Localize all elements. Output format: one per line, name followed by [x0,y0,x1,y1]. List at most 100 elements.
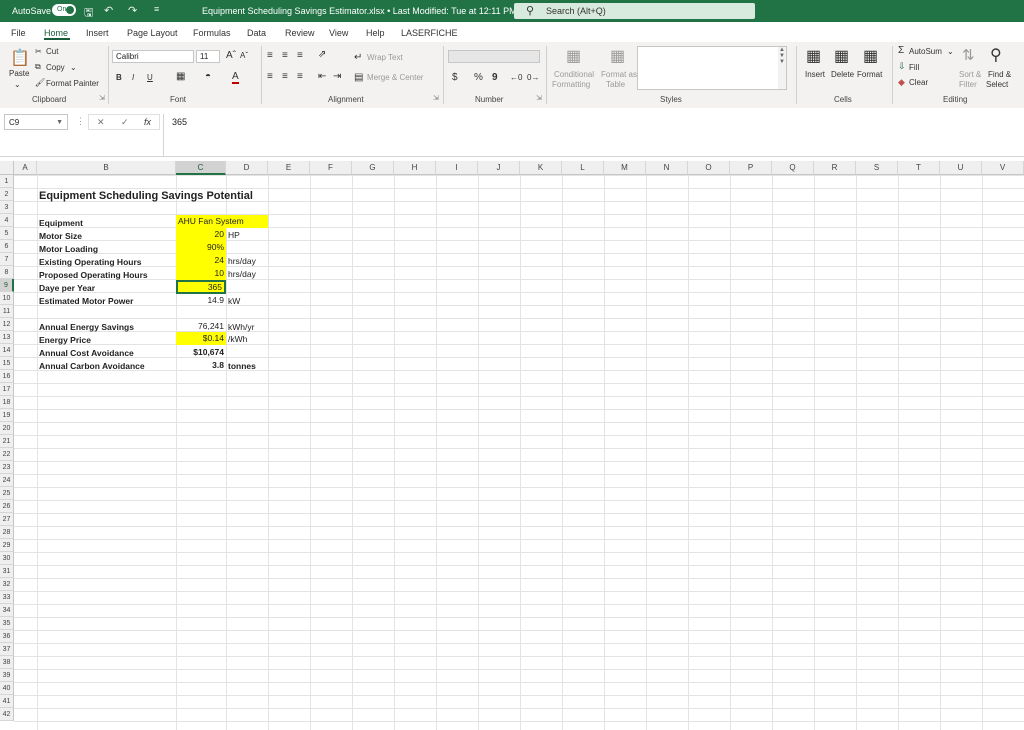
column-header-a[interactable]: A [14,161,37,175]
decrease-font-icon[interactable]: Aˇ [240,51,248,60]
styles-gallery-scroll[interactable]: ▲ ▼ ▼ [778,46,787,90]
column-header-l[interactable]: L [562,161,604,175]
tab-help[interactable]: Help [366,28,385,38]
row-header[interactable]: 41 [0,695,14,708]
increase-font-icon[interactable]: Aˆ [226,50,236,61]
row-header[interactable]: 13 [0,331,14,344]
italic-button[interactable]: I [132,73,134,82]
format-cells-button[interactable]: Format [857,70,882,79]
sort-filter-icon[interactable]: ⇅ [962,46,975,64]
row-header[interactable]: 38 [0,656,14,669]
input-label[interactable]: Estimated Motor Power [39,295,133,307]
row-header[interactable]: 9 [0,279,14,292]
sort-filter-label-1[interactable]: Sort & [959,70,981,79]
row-header[interactable]: 39 [0,669,14,682]
insert-cells-button[interactable]: Insert [805,70,825,79]
column-header-v[interactable]: V [982,161,1024,175]
wrap-text-button[interactable]: Wrap Text [367,53,403,62]
row-header[interactable]: 11 [0,305,14,318]
row-header[interactable]: 27 [0,513,14,526]
fill-button[interactable]: Fill [909,63,919,72]
merge-center-icon[interactable]: ▤ [354,72,363,83]
top-align-icon[interactable]: ≡ [267,50,273,61]
fill-icon[interactable]: ⇩ [898,61,906,72]
row-header[interactable]: 30 [0,552,14,565]
copy-icon[interactable]: ⧉ [35,62,41,72]
delete-cells-button[interactable]: Delete [831,70,854,79]
paste-button[interactable]: Paste [9,69,29,78]
increase-decimal-icon[interactable]: ←0 [510,73,522,82]
tab-review[interactable]: Review [285,28,315,38]
row-header[interactable]: 2 [0,188,14,201]
currency-button[interactable]: $ [452,72,458,83]
column-header-o[interactable]: O [688,161,730,175]
insert-function-icon[interactable]: fx [144,117,151,127]
row-header[interactable]: 28 [0,526,14,539]
row-header[interactable]: 16 [0,370,14,383]
row-header[interactable]: 15 [0,357,14,370]
conditional-formatting-label-2[interactable]: Formatting [552,80,590,89]
column-header-e[interactable]: E [268,161,310,175]
input-unit[interactable]: kW [228,295,240,307]
row-header[interactable]: 1 [0,175,14,188]
input-label[interactable]: Proposed Operating Hours [39,269,148,281]
autosum-dropdown-icon[interactable]: ⌄ [947,47,954,56]
conditional-formatting-icon[interactable]: ▦ [566,46,581,66]
format-as-table-label-1[interactable]: Format as [601,70,637,79]
middle-align-icon[interactable]: ≡ [282,50,288,61]
tab-view[interactable]: View [329,28,348,38]
result-value[interactable]: $10,674 [176,346,226,358]
input-label[interactable]: Daye per Year [39,282,95,294]
select-all-corner[interactable] [0,161,14,175]
row-header[interactable]: 17 [0,383,14,396]
column-header-f[interactable]: F [310,161,352,175]
sort-filter-label-2[interactable]: Filter [959,80,977,89]
row-header[interactable]: 31 [0,565,14,578]
row-header[interactable]: 18 [0,396,14,409]
find-select-icon[interactable]: ⚲ [990,45,1002,65]
redo-icon[interactable]: ↷ [128,4,137,17]
wrap-text-icon[interactable]: ↵ [354,52,362,63]
row-header[interactable]: 29 [0,539,14,552]
number-format-select[interactable] [448,50,540,63]
merge-center-button[interactable]: Merge & Center [367,73,423,82]
row-header[interactable]: 42 [0,708,14,721]
row-header[interactable]: 19 [0,409,14,422]
row-header[interactable]: 26 [0,500,14,513]
input-value[interactable]: 90% [176,241,226,254]
cancel-icon[interactable]: ✕ [97,117,105,128]
format-painter-icon[interactable]: 🖌 [35,78,45,87]
column-header-s[interactable]: S [856,161,898,175]
paste-icon[interactable]: 📋 [10,48,30,68]
font-color-icon[interactable]: A [232,71,239,84]
row-header[interactable]: 37 [0,643,14,656]
tab-page-layout[interactable]: Page Layout [127,28,178,38]
bold-button[interactable]: B [116,73,122,82]
row-header[interactable]: 14 [0,344,14,357]
format-cells-icon[interactable]: ▦ [863,46,878,66]
result-label[interactable]: Energy Price [39,334,91,346]
column-header-j[interactable]: J [478,161,520,175]
save-icon[interactable]: 🖫 [84,4,93,23]
input-label[interactable]: Equipment [39,217,83,229]
row-header[interactable]: 12 [0,318,14,331]
conditional-formatting-label-1[interactable]: Conditional [554,70,594,79]
delete-cells-icon[interactable]: ▦ [834,46,849,66]
autosave-toggle[interactable]: On [52,4,76,16]
column-header-r[interactable]: R [814,161,856,175]
row-header[interactable]: 7 [0,253,14,266]
format-as-table-label-2[interactable]: Table [606,80,625,89]
clear-icon[interactable]: ◆ [898,77,905,88]
row-header[interactable]: 21 [0,435,14,448]
bottom-align-icon[interactable]: ≡ [297,50,303,61]
cell-styles-gallery[interactable] [637,46,781,90]
column-header-n[interactable]: N [646,161,688,175]
column-header-k[interactable]: K [520,161,562,175]
format-painter-button[interactable]: Format Painter [46,79,99,88]
tab-home[interactable]: Home [44,28,68,38]
formula-input[interactable]: 365 [163,114,1024,156]
row-header[interactable]: 20 [0,422,14,435]
tab-laserfiche[interactable]: LASERFICHE [401,28,458,38]
row-header[interactable]: 10 [0,292,14,305]
row-header[interactable]: 8 [0,266,14,279]
